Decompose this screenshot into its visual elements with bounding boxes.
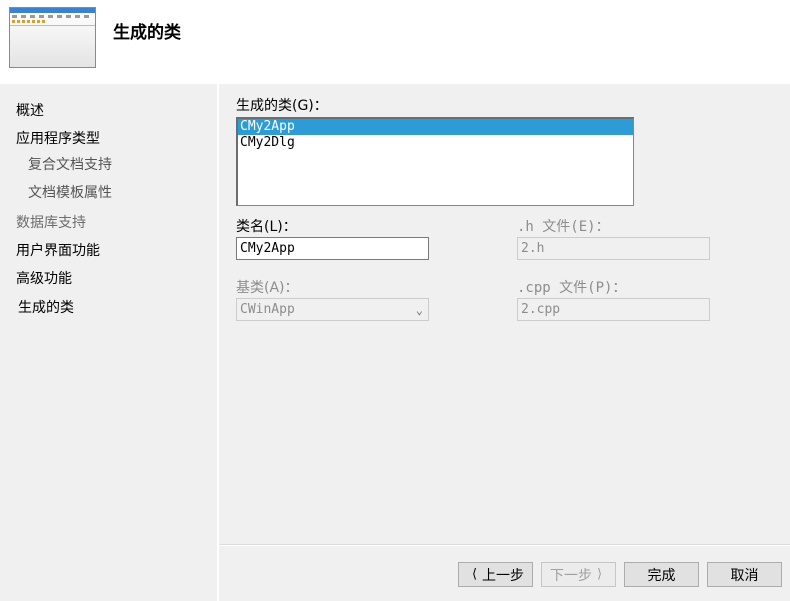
chevron-left-icon: ⟨ <box>471 567 478 582</box>
cpp-file-input: 2.cpp <box>517 298 710 321</box>
nav-item-application-type[interactable]: 应用程序类型 <box>16 128 100 148</box>
prev-button[interactable]: ⟨ 上一步 <box>458 562 533 587</box>
list-item[interactable]: CMy2App <box>238 119 633 135</box>
cancel-button[interactable]: 取消 <box>707 562 782 587</box>
next-button: 下一步 ⟩ <box>541 562 616 587</box>
preview-toolbar <box>12 20 46 23</box>
preview-menubar <box>12 15 93 18</box>
generated-classes-listbox[interactable]: CMy2App CMy2Dlg <box>236 117 634 206</box>
preview-divider <box>10 25 95 26</box>
nav-item-overview[interactable]: 概述 <box>16 100 44 120</box>
chevron-right-icon: ⟩ <box>596 567 603 582</box>
wizard-nav: 概述 应用程序类型 复合文档支持 文档模板属性 数据库支持 用户界面功能 高级功… <box>0 84 217 601</box>
preview-titlebar <box>10 8 95 13</box>
finish-button[interactable]: 完成 <box>624 562 699 587</box>
footer-divider-highlight <box>219 545 790 546</box>
h-file-input: 2.h <box>517 237 710 260</box>
generated-classes-label: 生成的类(G)： <box>236 98 328 114</box>
nav-item-document-template[interactable]: 文档模板属性 <box>28 182 112 202</box>
base-class-select: CWinApp ⌄ <box>236 298 429 321</box>
nav-item-ui-features[interactable]: 用户界面功能 <box>16 240 100 260</box>
nav-item-generated-classes[interactable]: 生成的类 <box>18 297 74 317</box>
nav-divider <box>217 84 219 601</box>
page-title: 生成的类 <box>113 23 181 43</box>
nav-item-database-support[interactable]: 数据库支持 <box>16 212 86 232</box>
next-button-label: 下一步 <box>549 567 592 584</box>
base-class-label: 基类(A)： <box>236 280 299 296</box>
list-item[interactable]: CMy2Dlg <box>238 135 633 151</box>
chevron-down-icon: ⌄ <box>415 303 423 317</box>
nav-item-compound-document[interactable]: 复合文档支持 <box>28 154 112 174</box>
finish-button-label: 完成 <box>647 567 676 584</box>
cpp-file-label: .cpp 文件(P)： <box>517 280 627 296</box>
nav-item-advanced-features[interactable]: 高级功能 <box>16 268 72 288</box>
base-class-value: CWinApp <box>240 302 295 317</box>
wizard-header: 生成的类 <box>0 0 790 84</box>
wizard-preview-thumbnail <box>9 7 96 68</box>
h-file-label: .h 文件(E)： <box>517 219 610 235</box>
class-name-label: 类名(L)： <box>236 219 297 235</box>
prev-button-label: 上一步 <box>482 567 525 584</box>
class-name-input[interactable]: CMy2App <box>236 237 429 260</box>
cancel-button-label: 取消 <box>730 567 759 584</box>
